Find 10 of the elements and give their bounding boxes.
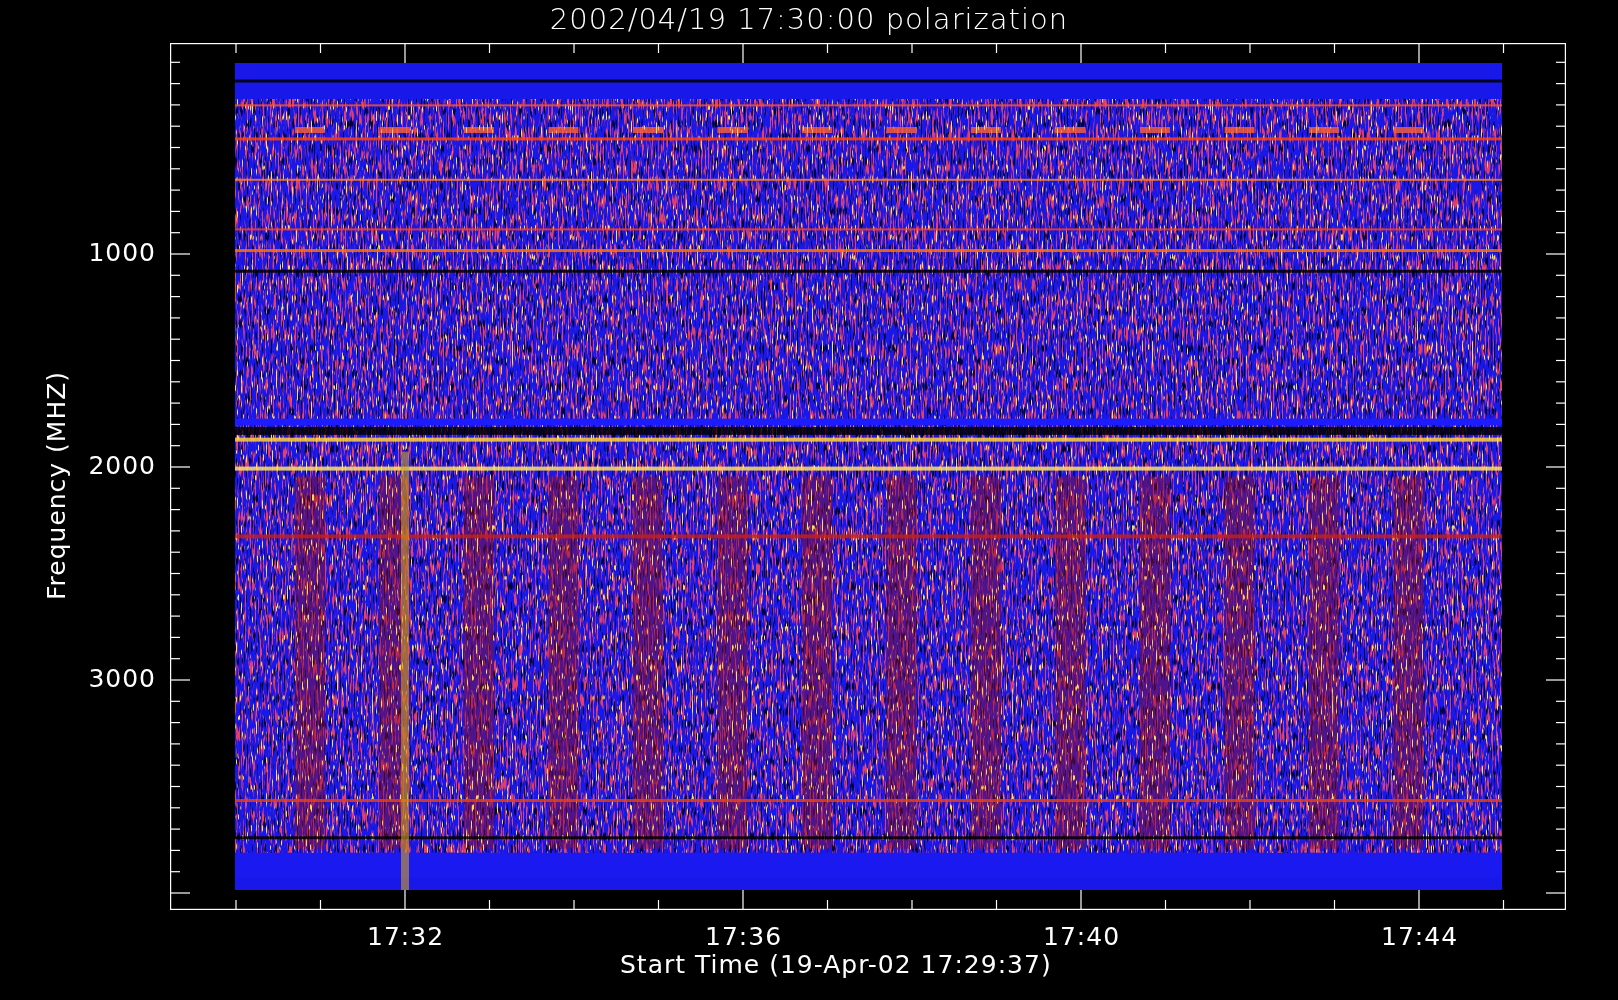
- x-tick-label: 17:36: [705, 922, 783, 951]
- y-tick-label: 3000: [88, 664, 156, 693]
- x-tick-label: 17:32: [367, 922, 445, 951]
- y-axis-label: Frequency (MHZ): [42, 370, 71, 600]
- x-tick-label: 17:40: [1043, 922, 1121, 951]
- y-tick-label: 1000: [88, 238, 156, 267]
- x-axis-label: Start Time (19-Apr-02 17:29:37): [620, 950, 1052, 979]
- y-tick-label: 2000: [88, 451, 156, 480]
- chart-title: 2002/04/19 17:30:00 polarization: [549, 2, 1069, 36]
- x-tick-label: 17:44: [1381, 922, 1459, 951]
